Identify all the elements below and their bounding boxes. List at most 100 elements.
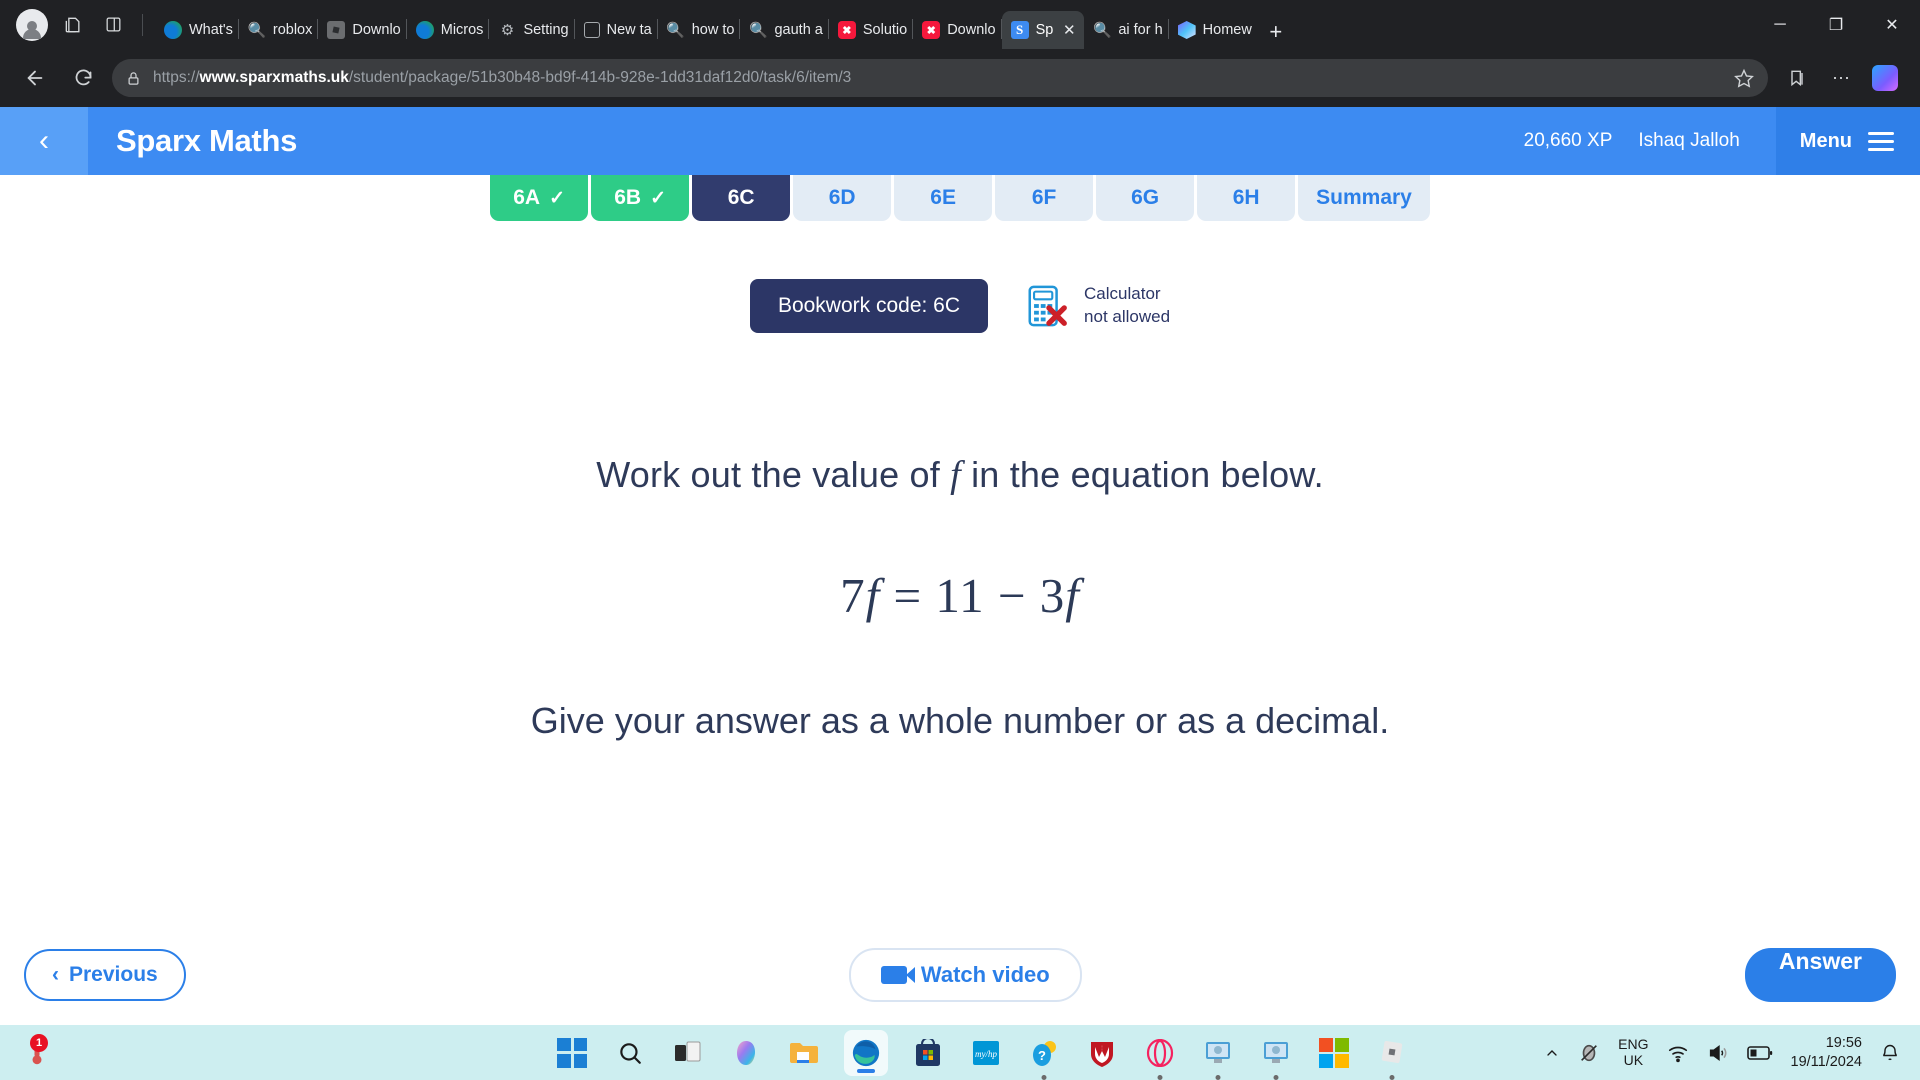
remote-desktop-2-icon[interactable] — [1258, 1035, 1294, 1071]
mcafee-icon[interactable] — [1084, 1035, 1120, 1071]
task-tab-6e[interactable]: 6E — [894, 175, 993, 221]
task-view-icon[interactable] — [670, 1035, 706, 1071]
sparx-header-right: 20,660 XP Ishaq Jalloh Menu — [1524, 107, 1920, 175]
browser-tabs: What's 🔍 roblox Downlo Micros ⚙ Setting — [155, 0, 1752, 49]
task-tab-6f[interactable]: 6F — [995, 175, 1094, 221]
tab-title: gauth a — [774, 22, 823, 38]
maximize-button[interactable]: ❐ — [1808, 0, 1864, 49]
roblox-icon — [327, 21, 346, 39]
task-tab-6d[interactable]: 6D — [793, 175, 892, 221]
browser-tab[interactable]: 🔍 gauth a — [740, 11, 829, 49]
back-button-icon[interactable] — [16, 59, 54, 97]
sparx-header: ‹ Sparx Maths 20,660 XP Ishaq Jalloh Men… — [0, 107, 1920, 175]
language-indicator[interactable]: ENG UK — [1618, 1036, 1649, 1068]
edge-icon — [415, 21, 434, 39]
edge-icon[interactable] — [844, 1029, 889, 1076]
help-icon[interactable]: ? — [1026, 1035, 1062, 1071]
task-tab-6a[interactable]: 6A ✓ — [490, 175, 589, 221]
clock[interactable]: 19:56 19/11/2024 — [1791, 1034, 1863, 1070]
taskbar-apps: my/hp ? — [554, 1029, 1410, 1076]
myhp-icon[interactable]: my/hp — [968, 1035, 1004, 1071]
notifications-bell-icon[interactable] — [1880, 1043, 1900, 1063]
browser-tab[interactable]: Downlo — [318, 11, 407, 49]
microsoft-store-icon[interactable] — [910, 1035, 946, 1071]
equation-minus: − — [997, 568, 1027, 623]
task-tab-summary[interactable]: Summary — [1298, 175, 1430, 221]
opera-icon[interactable] — [1142, 1035, 1178, 1071]
sparx-icon: S — [1010, 21, 1029, 39]
settings-more-icon[interactable]: ⋯ — [1822, 59, 1860, 97]
microsoft-office-icon[interactable] — [1316, 1035, 1352, 1071]
tray-chevron-icon[interactable] — [1544, 1045, 1560, 1061]
collections-icon[interactable] — [1778, 59, 1816, 97]
tab-title: how to — [691, 22, 735, 38]
question-area: Work out the value of f in the equation … — [0, 453, 1920, 742]
profile-avatar-icon[interactable] — [16, 8, 48, 41]
mouse-disabled-icon[interactable] — [1578, 1042, 1600, 1064]
browser-tab[interactable]: Micros — [407, 11, 490, 49]
task-tab-6g[interactable]: 6G — [1096, 175, 1195, 221]
svg-text:?: ? — [1038, 1048, 1046, 1063]
x-red-icon: ✖ — [837, 21, 856, 39]
copilot-icon[interactable] — [1866, 59, 1904, 97]
previous-button[interactable]: ‹ Previous — [24, 949, 186, 1001]
browser-tabstrip: What's 🔍 roblox Downlo Micros ⚙ Setting — [0, 0, 1920, 49]
answer-button[interactable]: Answer — [1744, 948, 1896, 1002]
url-path: /student/package/51b30b48-bd9f-414b-928e… — [348, 69, 852, 86]
weather-widget-icon[interactable]: 1 — [22, 1033, 56, 1070]
hamburger-icon — [1868, 131, 1894, 151]
browser-tab[interactable]: New ta — [575, 11, 658, 49]
browser-tab-active[interactable]: S Sp ✕ — [1001, 11, 1085, 49]
task-tab-6h[interactable]: 6H — [1197, 175, 1296, 221]
browser-tab[interactable]: What's — [155, 11, 239, 49]
sparx-back-button[interactable]: ‹ — [0, 107, 88, 175]
browser-tab[interactable]: ✖ Downlo — [913, 11, 1002, 49]
copilot-icon[interactable] — [728, 1035, 764, 1071]
browser-tab[interactable]: 🔍 roblox — [239, 11, 319, 49]
browser-tab[interactable]: Homew — [1169, 11, 1258, 49]
chevron-left-icon: ‹ — [52, 963, 59, 986]
browser-tab[interactable]: ⚙ Setting — [489, 11, 575, 49]
minimize-button[interactable]: ─ — [1752, 0, 1808, 49]
video-camera-icon — [880, 966, 915, 984]
remote-desktop-icon[interactable] — [1200, 1035, 1236, 1071]
tab-groups-icon[interactable] — [58, 10, 88, 40]
svg-text:my/hp: my/hp — [975, 1049, 997, 1059]
lock-icon — [126, 71, 141, 86]
roblox-icon[interactable] — [1374, 1035, 1410, 1071]
browser-window: What's 🔍 roblox Downlo Micros ⚙ Setting — [0, 0, 1920, 1025]
url-scheme: https:// — [153, 69, 200, 86]
tab-title: Homew — [1202, 22, 1252, 38]
menu-button[interactable]: Menu — [1775, 107, 1920, 175]
file-explorer-icon[interactable] — [786, 1035, 822, 1071]
system-tray: ENG UK 19:56 19/11/2024 — [1544, 1034, 1920, 1070]
calculator-line2: not allowed — [1084, 307, 1171, 326]
close-window-button[interactable]: ✕ — [1864, 0, 1920, 49]
task-tab-6c[interactable]: 6C — [692, 175, 791, 221]
username-label: Ishaq Jalloh — [1638, 130, 1740, 151]
battery-icon[interactable] — [1746, 1044, 1773, 1062]
browser-tab[interactable]: 🔍 ai for h — [1084, 11, 1169, 49]
volume-icon[interactable] — [1707, 1042, 1729, 1064]
check-icon: ✓ — [549, 187, 566, 209]
news-icon — [583, 22, 600, 38]
favorite-star-icon[interactable] — [1734, 68, 1754, 88]
reload-button-icon[interactable] — [64, 59, 102, 97]
clock-date: 19/11/2024 — [1790, 1053, 1863, 1070]
watch-video-button[interactable]: Watch video — [848, 948, 1082, 1002]
search-taskbar-icon[interactable] — [612, 1035, 648, 1071]
split-screen-icon[interactable] — [98, 10, 128, 40]
new-tab-button[interactable]: + — [1258, 15, 1294, 49]
browser-tab[interactable]: 🔍 how to — [658, 11, 741, 49]
close-icon[interactable]: ✕ — [1060, 21, 1078, 39]
browser-tab[interactable]: ✖ Solutio — [829, 11, 914, 49]
search-icon: 🔍 — [749, 22, 768, 39]
calculator-notice: Calculator not allowed — [1024, 283, 1170, 329]
task-tab-6b[interactable]: 6B ✓ — [591, 175, 690, 221]
wifi-icon[interactable] — [1667, 1042, 1689, 1064]
address-bar[interactable]: https://www.sparxmaths.uk/student/packag… — [112, 59, 1768, 97]
browser-toolbar: https://www.sparxmaths.uk/student/packag… — [0, 49, 1920, 107]
language-line1: ENG — [1618, 1036, 1649, 1053]
tab-title: New ta — [606, 22, 652, 38]
start-button[interactable] — [554, 1035, 590, 1071]
